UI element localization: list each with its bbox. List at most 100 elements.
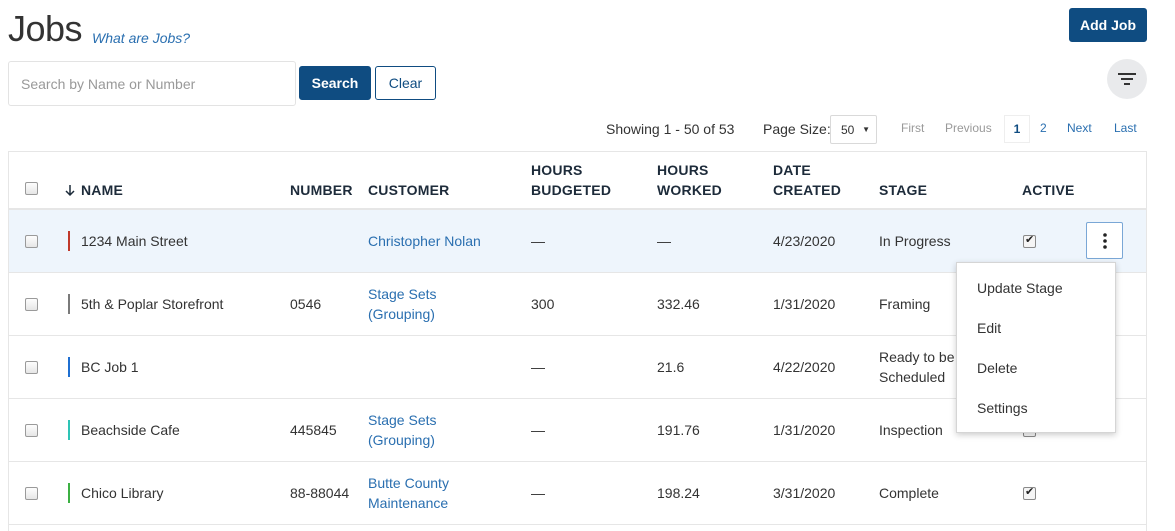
- job-stage: Framing: [879, 294, 930, 314]
- arrow-down-icon[interactable]: [65, 185, 75, 197]
- stage-line1: In Progress: [879, 233, 951, 249]
- date-created: 3/31/2020: [773, 485, 836, 501]
- stage-color-bar: [68, 483, 70, 503]
- header-hours-budgeted-line1: HOURS: [531, 162, 583, 178]
- stage-line1: Ready to be: [879, 349, 955, 365]
- header-hours-budgeted[interactable]: HOURS BUDGETED: [531, 160, 611, 200]
- job-name: BC Job 1: [81, 359, 139, 375]
- date-created: 1/31/2020: [773, 296, 836, 312]
- pagination-bar: Showing 1 - 50 of 53 Page Size: 50 ▼ Fir…: [0, 115, 1175, 144]
- stage-color-bar: [68, 294, 70, 314]
- customer-line2: (Grouping): [368, 432, 435, 448]
- menu-item-settings[interactable]: Settings: [957, 388, 1115, 428]
- hours-budgeted: —: [531, 485, 545, 501]
- row-actions-menu: Update Stage Edit Delete Settings: [956, 262, 1116, 433]
- job-customer-link[interactable]: Butte County Maintenance: [368, 473, 449, 513]
- stage-color-bar: [68, 231, 70, 251]
- row-checkbox[interactable]: [25, 487, 38, 500]
- customer-line1: Stage Sets: [368, 412, 437, 428]
- hours-worked: 191.76: [657, 422, 700, 438]
- job-stage: In Progress: [879, 231, 951, 251]
- hours-budgeted: —: [531, 422, 545, 438]
- previous-page-link: Previous: [945, 121, 992, 135]
- job-stage: Inspection: [879, 420, 943, 440]
- job-number: 445845: [290, 422, 337, 438]
- page-size-select[interactable]: 50 ▼: [830, 115, 877, 144]
- header-name[interactable]: NAME: [81, 180, 123, 200]
- header-number[interactable]: NUMBER: [290, 180, 353, 200]
- header-hours-worked[interactable]: HOURS WORKED: [657, 160, 722, 200]
- header-date-created-line1: DATE: [773, 162, 811, 178]
- row-actions-button[interactable]: [1086, 222, 1123, 259]
- stage-line1: Complete: [879, 485, 939, 501]
- menu-item-update-stage[interactable]: Update Stage: [957, 268, 1115, 308]
- page-2-link[interactable]: 2: [1040, 121, 1047, 135]
- hours-budgeted: 300: [531, 296, 555, 312]
- menu-item-delete[interactable]: Delete: [957, 348, 1115, 388]
- last-page-link[interactable]: Last: [1114, 121, 1137, 135]
- filter-button[interactable]: [1107, 59, 1147, 99]
- table-row[interactable]: Chico Library 88-88044 Butte County Main…: [9, 462, 1146, 525]
- row-checkbox[interactable]: [25, 235, 38, 248]
- job-number: 0546: [290, 296, 322, 312]
- date-created: 4/22/2020: [773, 359, 836, 375]
- stage-color-bar: [68, 357, 70, 377]
- first-page-link: First: [901, 121, 925, 135]
- page-size-label: Page Size:: [763, 121, 831, 137]
- hours-worked: 332.46: [657, 296, 700, 312]
- job-stage: Ready to be Scheduled: [879, 347, 955, 387]
- page-size-value: 50: [841, 122, 855, 137]
- select-all-checkbox[interactable]: [25, 182, 38, 195]
- filter-icon: [1118, 73, 1136, 85]
- customer-line2: Maintenance: [368, 495, 449, 511]
- header-date-created-line2: CREATED: [773, 182, 842, 198]
- showing-count: Showing 1 - 50 of 53: [606, 121, 735, 137]
- customer-line1: Stage Sets: [368, 286, 437, 302]
- page-title: Jobs: [8, 8, 83, 49]
- row-checkbox[interactable]: [25, 298, 38, 311]
- hours-budgeted: —: [531, 233, 545, 249]
- menu-item-edit[interactable]: Edit: [957, 308, 1115, 348]
- next-page-link[interactable]: Next: [1067, 121, 1092, 135]
- what-are-jobs-link[interactable]: What are Jobs?: [92, 30, 190, 46]
- add-job-button[interactable]: Add Job: [1069, 8, 1147, 42]
- date-created: 4/23/2020: [773, 233, 836, 249]
- stage-color-bar: [68, 420, 70, 440]
- job-name: 1234 Main Street: [81, 233, 188, 249]
- hours-worked: —: [657, 233, 671, 249]
- hours-budgeted: —: [531, 359, 545, 375]
- stage-line1: Inspection: [879, 422, 943, 438]
- more-vertical-icon: [1102, 232, 1107, 249]
- search-input[interactable]: [8, 61, 296, 106]
- header-hours-budgeted-line2: BUDGETED: [531, 182, 612, 198]
- table-header: NAME NUMBER CUSTOMER HOURS BUDGETED HOUR…: [9, 152, 1146, 210]
- row-checkbox[interactable]: [25, 424, 38, 437]
- job-stage: Complete: [879, 483, 939, 503]
- hours-worked: 198.24: [657, 485, 700, 501]
- header-stage[interactable]: STAGE: [879, 180, 927, 200]
- select-caret-icon: ▼: [862, 125, 870, 134]
- stage-line1: Framing: [879, 296, 931, 312]
- active-checkbox[interactable]: [1023, 485, 1036, 500]
- header-date-created[interactable]: DATE CREATED: [773, 160, 841, 200]
- job-number: 88-88044: [290, 485, 350, 501]
- job-name: Beachside Cafe: [81, 422, 180, 438]
- header-active[interactable]: ACTIVE: [1022, 180, 1075, 200]
- header-hours-worked-line1: HOURS: [657, 162, 709, 178]
- clear-button[interactable]: Clear: [375, 66, 436, 100]
- search-button[interactable]: Search: [299, 66, 371, 100]
- job-customer-link[interactable]: Stage Sets (Grouping): [368, 410, 437, 450]
- customer-line1: Butte County: [368, 475, 449, 491]
- stage-line2: Scheduled: [879, 369, 946, 385]
- job-name: 5th & Poplar Storefront: [81, 296, 224, 312]
- current-page[interactable]: 1: [1004, 115, 1030, 143]
- customer-line1: Christopher Nolan: [368, 233, 481, 249]
- job-customer-link[interactable]: Christopher Nolan: [368, 231, 481, 251]
- hours-worked: 21.6: [657, 359, 685, 375]
- customer-line2: (Grouping): [368, 306, 435, 322]
- header-customer[interactable]: CUSTOMER: [368, 180, 449, 200]
- job-customer-link[interactable]: Stage Sets (Grouping): [368, 284, 437, 324]
- row-checkbox[interactable]: [25, 361, 38, 374]
- active-checkbox[interactable]: [1023, 233, 1036, 248]
- job-name: Chico Library: [81, 485, 164, 501]
